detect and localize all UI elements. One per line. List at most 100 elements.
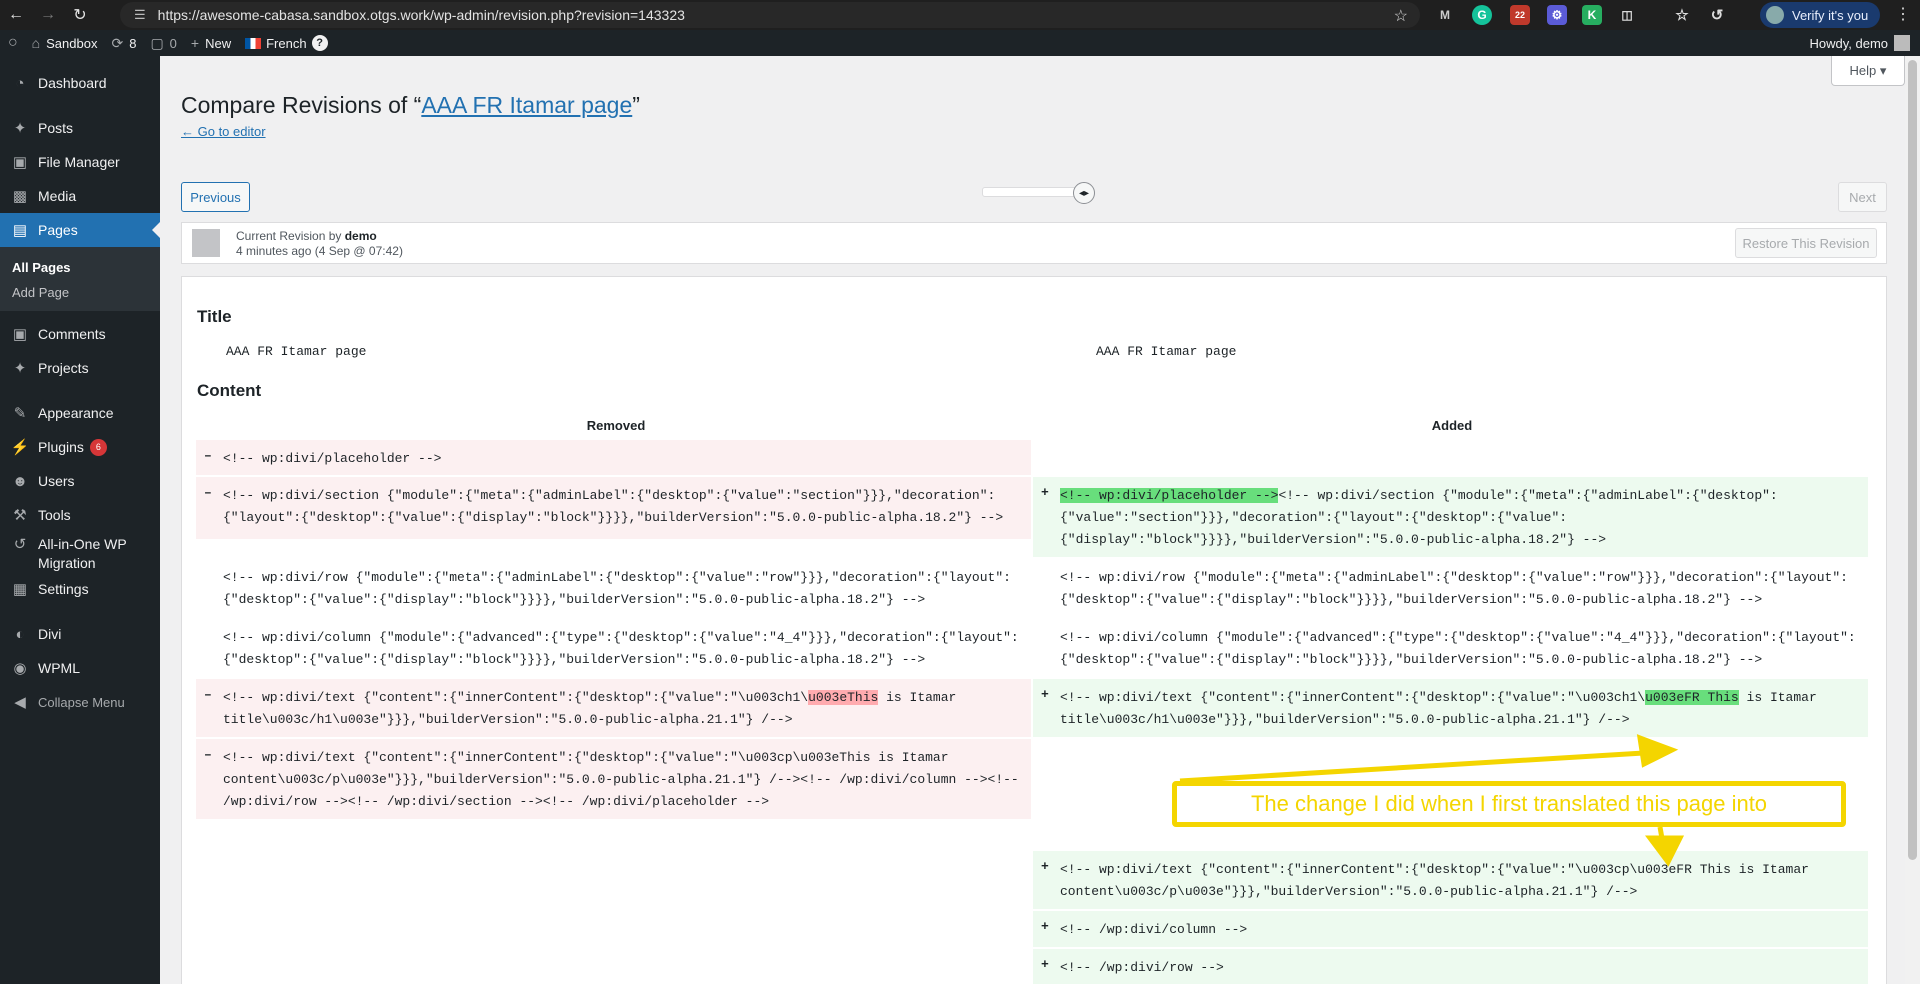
sidebar-item-appearance[interactable]: ✎ Appearance xyxy=(0,396,160,430)
revision-meta: Current Revision by demo 4 minutes ago (… xyxy=(236,229,403,258)
url-text: https://awesome-cabasa.sandbox.otgs.work… xyxy=(157,7,685,23)
updates-icon: ⟳ xyxy=(111,34,124,51)
brush-icon: ✎ xyxy=(13,405,27,422)
next-button[interactable]: Next xyxy=(1838,182,1887,212)
plus-icon: + xyxy=(1041,687,1049,702)
new-content-link[interactable]: + New xyxy=(184,30,238,56)
admin-sidebar: ◔ Dashboard ✦ Posts ▣ File Manager ▩ Media ▤… xyxy=(0,56,160,984)
extension-k-icon[interactable]: K xyxy=(1582,5,1602,25)
help-tab-button[interactable]: Help ▾ xyxy=(1831,56,1905,86)
plus-icon: + xyxy=(1041,485,1049,500)
removed-line: – <!-- wp:divi/section {"module":{"meta"… xyxy=(196,477,1031,539)
browser-toolbar: ← → ↻ ☰ https://awesome-cabasa.sandbox.o… xyxy=(0,0,1920,30)
added-line: + <!-- /wp:divi/column --> xyxy=(1033,911,1868,947)
address-bar[interactable]: ☰ https://awesome-cabasa.sandbox.otgs.wo… xyxy=(120,2,1420,28)
sidebar-item-file-manager[interactable]: ▣ File Manager xyxy=(0,145,160,179)
added-line: + <!-- /wp:divi/row --> xyxy=(1033,949,1868,984)
sidebar-item-projects[interactable]: ✦ Projects xyxy=(0,351,160,385)
sidebar-item-tools[interactable]: ⚒ Tools xyxy=(0,498,160,532)
context-line: <!-- wp:divi/row {"module":{"meta":{"adm… xyxy=(223,570,1011,607)
collapse-menu-button[interactable]: ◀ Collapse Menu xyxy=(0,685,160,719)
reload-icon[interactable]: ↻ xyxy=(64,0,96,30)
minus-icon: – xyxy=(204,687,212,702)
sidebar-item-media[interactable]: ▩ Media xyxy=(0,179,160,213)
pin-icon: ✦ xyxy=(13,360,27,377)
removed-line: – <!-- wp:divi/text {"content":{"innerCo… xyxy=(196,739,1031,819)
main-content: Help ▾ Compare Revisions of “AAA FR Itam… xyxy=(160,56,1905,984)
wpml-icon: ◉ xyxy=(13,660,27,677)
sidebar-item-dashboard[interactable]: ◔ Dashboard xyxy=(0,66,160,100)
sidebar-item-divi[interactable]: ◐ Divi xyxy=(0,617,160,651)
plus-icon: + xyxy=(1041,859,1049,874)
site-name-link[interactable]: ⌂ Sandbox xyxy=(25,30,105,56)
author-avatar xyxy=(192,229,220,257)
calendar-extension-icon[interactable]: 22 xyxy=(1510,5,1530,25)
dashboard-icon: ◔ xyxy=(15,74,25,92)
forward-icon[interactable]: → xyxy=(32,0,64,30)
help-question-icon[interactable]: ? xyxy=(311,35,328,51)
wp-admin-bar: ○ ⌂ Sandbox ⟳ 8 ▢ 0 + New French? Howdy, dem… xyxy=(0,30,1920,56)
title-left-value: AAA FR Itamar page xyxy=(226,344,367,359)
sidebar-item-posts[interactable]: ✦ Posts xyxy=(0,111,160,145)
comment-icon: ▣ xyxy=(12,326,28,343)
extension-m-icon[interactable]: M xyxy=(1435,5,1455,25)
history-icon[interactable]: ↺ xyxy=(1707,5,1727,25)
user-avatar xyxy=(1894,35,1910,51)
collapse-icon: ◀ xyxy=(14,694,26,711)
folder-icon: ▣ xyxy=(12,154,28,171)
added-line: + <!-- wp:divi/text {"content":{"innerCo… xyxy=(1033,851,1868,909)
account-menu[interactable]: Howdy, demo xyxy=(1809,30,1910,56)
user-icon: ☻ xyxy=(12,472,28,490)
sidebar-item-pages[interactable]: ▤ Pages xyxy=(0,213,160,247)
scrollbar-thumb[interactable] xyxy=(1908,60,1917,860)
pin-icon: ✦ xyxy=(13,120,27,137)
revision-time: 4 minutes ago (4 Sep @ 07:42) xyxy=(236,244,403,258)
go-to-editor-link[interactable]: ← Go to editor xyxy=(181,124,266,139)
settings-icon: ▦ xyxy=(12,581,28,598)
page-scrollbar[interactable] xyxy=(1905,56,1920,984)
submenu-add-page[interactable]: Add Page xyxy=(0,280,160,305)
sidebar-item-settings[interactable]: ▦ Settings xyxy=(0,572,160,606)
context-line: <!-- wp:divi/column {"module":{"advanced… xyxy=(1060,630,1856,667)
comment-icon: ▢ xyxy=(150,34,164,51)
page-title-link[interactable]: AAA FR Itamar page xyxy=(421,92,632,118)
wp-logo-icon[interactable]: ○ xyxy=(0,30,25,56)
browser-menu-icon[interactable]: ⋮ xyxy=(1895,4,1911,24)
language-switcher[interactable]: French? xyxy=(238,30,334,56)
previous-button[interactable]: Previous xyxy=(181,182,250,212)
removed-line: – <!-- wp:divi/text {"content":{"innerCo… xyxy=(196,679,1031,737)
site-info-icon[interactable]: ☰ xyxy=(134,7,146,23)
bookmark-star-icon[interactable]: ☆ xyxy=(1394,6,1408,26)
title-right-value: AAA FR Itamar page xyxy=(1096,344,1237,359)
sidebar-item-users[interactable]: ☻ Users xyxy=(0,464,160,498)
profile-verify-button[interactable]: Verify it's you xyxy=(1760,2,1880,28)
updates-link[interactable]: ⟳ 8 xyxy=(104,30,143,56)
sidebar-item-wpml[interactable]: ◉ WPML xyxy=(0,651,160,685)
sidebar-item-comments[interactable]: ▣ Comments xyxy=(0,317,160,351)
revision-slider-handle[interactable]: ◂▸ xyxy=(1073,182,1095,204)
sidebar-item-plugins[interactable]: ⚡ Plugins 6 xyxy=(0,430,160,464)
divi-icon: ◐ xyxy=(15,625,25,643)
submenu-all-pages[interactable]: All Pages xyxy=(0,255,160,280)
revision-slider-track[interactable] xyxy=(982,187,1082,197)
added-line: + <!-- wp:divi/text {"content":{"innerCo… xyxy=(1033,679,1868,737)
profile-avatar xyxy=(1766,6,1784,24)
french-flag-icon xyxy=(245,37,262,49)
restore-revision-button[interactable]: Restore This Revision xyxy=(1735,228,1877,258)
content-section-heading: Content xyxy=(197,381,262,400)
migration-icon: ↺ xyxy=(13,536,27,553)
comments-link[interactable]: ▢ 0 xyxy=(143,30,183,56)
extensions-puzzle-icon[interactable]: ◫ xyxy=(1617,5,1637,25)
reading-list-icon[interactable]: ☆ xyxy=(1672,5,1692,25)
removed-line: – <!-- wp:divi/placeholder --> xyxy=(196,440,1031,475)
plug-icon: ⚡ xyxy=(10,439,30,456)
back-icon[interactable]: ← xyxy=(0,0,32,30)
extension-gear-icon[interactable]: ⚙ xyxy=(1547,5,1567,25)
media-icon: ▩ xyxy=(12,188,28,205)
added-column-header: Added xyxy=(1431,418,1473,433)
diff-panel: Title AAA FR Itamar page AAA FR Itamar p… xyxy=(181,276,1887,984)
minus-icon: – xyxy=(204,747,212,762)
grammarly-icon[interactable]: G xyxy=(1472,5,1492,25)
added-line: + <!-- wp:divi/placeholder --><!-- wp:di… xyxy=(1033,477,1868,557)
sidebar-item-all-in-one-migration[interactable]: ↺ All-in-One WP Migration xyxy=(0,532,160,572)
